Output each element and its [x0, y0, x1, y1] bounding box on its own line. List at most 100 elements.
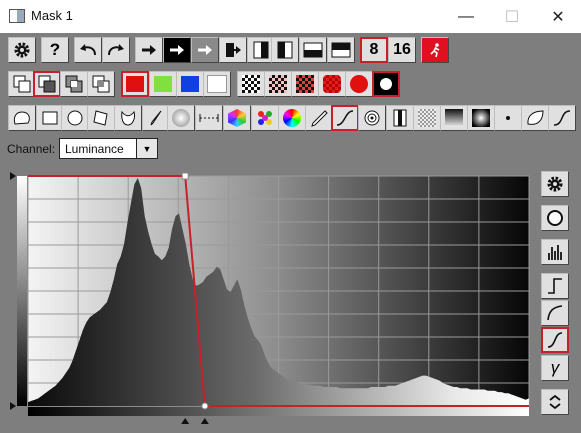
polygon-icon [93, 110, 108, 126]
curve-settings-button[interactable] [541, 171, 569, 197]
color-blue-button[interactable] [176, 71, 204, 97]
depth-16-button[interactable]: 16 [388, 37, 416, 63]
rectangle-tool[interactable] [36, 105, 64, 131]
gamma-button[interactable]: γ [541, 355, 569, 381]
color-cube-tool[interactable] [223, 105, 251, 131]
split-top-button[interactable] [327, 37, 355, 63]
step-curve-icon [548, 278, 562, 294]
depth-8-button[interactable]: 8 [360, 37, 388, 63]
mask-exclude-icon [92, 75, 110, 93]
split-horizontal-icon [303, 42, 323, 58]
white-swatch [207, 75, 227, 93]
leaf-tool[interactable] [521, 105, 549, 131]
color-dots-icon [258, 111, 272, 125]
blue-swatch [181, 76, 199, 92]
checker-button-4[interactable] [318, 71, 346, 97]
radial-gradient-icon [472, 109, 490, 127]
freehand-tool[interactable] [114, 105, 142, 131]
linear-gradient-tool[interactable] [195, 105, 223, 131]
mask-subtract-icon [38, 75, 56, 93]
channel-label: Channel: [7, 142, 56, 156]
curve-step-button[interactable] [541, 273, 569, 299]
arrow-filled-button[interactable] [163, 37, 191, 63]
mask-exclude-button[interactable] [87, 71, 115, 97]
mask-intersect-button[interactable] [60, 71, 88, 97]
checker-button-1[interactable] [237, 71, 265, 97]
export-button[interactable] [219, 37, 247, 63]
exit-button[interactable] [421, 37, 449, 63]
radial-gradient-tool[interactable] [467, 105, 495, 131]
curve-editor[interactable] [0, 166, 540, 433]
settings-button[interactable] [8, 37, 36, 63]
tone-curve-tool[interactable] [331, 105, 359, 131]
channel-select[interactable]: Luminance ▼ [59, 138, 158, 159]
bw-split-tool[interactable] [386, 105, 414, 131]
spiral-icon [364, 110, 380, 126]
mask-subtract-button[interactable] [33, 71, 61, 97]
checker-button-3[interactable] [291, 71, 319, 97]
measure-line-icon [199, 114, 219, 122]
soft-circle-tool[interactable] [167, 105, 195, 131]
arrow-gray-button[interactable] [191, 37, 219, 63]
histogram-button[interactable] [541, 239, 569, 265]
white-circle-icon [380, 78, 392, 90]
minimize-button[interactable]: — [443, 0, 489, 33]
mask-add-icon [13, 75, 31, 93]
output-gradient-bar [17, 176, 27, 406]
s-curve-icon [547, 332, 563, 348]
checker-fade-tool[interactable] [413, 105, 441, 131]
curve-smooth-button[interactable] [541, 300, 569, 326]
soft-circle-icon [172, 109, 190, 127]
color-red-button[interactable] [121, 71, 149, 97]
ellipse-tool[interactable] [61, 105, 89, 131]
vertical-gradient-tool[interactable] [440, 105, 468, 131]
split-horizontal-icon [331, 42, 351, 58]
lasso-icon [13, 111, 30, 125]
checker-button-2[interactable] [264, 71, 292, 97]
curve-s-button[interactable] [541, 327, 569, 353]
lasso-tool[interactable] [8, 105, 36, 131]
color-dots-tool[interactable] [251, 105, 279, 131]
maximize-button[interactable]: ☐ [489, 0, 535, 33]
s-curve-tool[interactable] [548, 105, 576, 131]
brush-tool[interactable] [142, 105, 170, 131]
curve-handle[interactable] [201, 402, 209, 410]
exit-running-man-icon [427, 42, 443, 58]
channel-select-value: Luminance [65, 142, 124, 156]
vertical-gradient-icon [445, 109, 463, 127]
output-bottom-marker[interactable] [10, 402, 16, 410]
eyedropper-tool[interactable] [305, 105, 333, 131]
undo-button[interactable] [74, 37, 102, 63]
red-blob-icon [350, 75, 368, 93]
close-button[interactable]: ✕ [535, 0, 581, 33]
color-green-button[interactable] [149, 71, 177, 97]
dot-tool[interactable] [494, 105, 522, 131]
redo-button[interactable] [102, 37, 130, 63]
color-white-button[interactable] [203, 71, 231, 97]
output-top-marker[interactable] [10, 172, 16, 180]
split-bottom-button[interactable] [299, 37, 327, 63]
checker-circle-button[interactable] [372, 71, 400, 97]
mask-add-button[interactable] [8, 71, 36, 97]
checker-red-icon [269, 75, 287, 93]
up-down-button[interactable] [541, 389, 569, 415]
arrow-button[interactable] [135, 37, 163, 63]
input-level-marker[interactable] [200, 418, 209, 424]
curve-handle[interactable] [181, 172, 189, 180]
eyedropper-icon [311, 110, 328, 127]
spiral-tool[interactable] [358, 105, 386, 131]
input-markers[interactable] [181, 418, 209, 424]
checker-button-5[interactable] [345, 71, 373, 97]
help-button[interactable]: ? [41, 37, 69, 63]
chevron-down-icon[interactable]: ▼ [136, 139, 157, 158]
brush-icon [150, 110, 162, 126]
polygon-tool[interactable] [87, 105, 115, 131]
gear-icon [14, 42, 30, 58]
split-vertical-icon [253, 41, 269, 59]
split-right-button[interactable] [271, 37, 299, 63]
undo-icon [80, 44, 96, 56]
input-level-marker[interactable] [181, 418, 190, 424]
color-wheel-tool[interactable] [278, 105, 306, 131]
curve-circle-button[interactable] [541, 205, 569, 231]
checker-red-icon [323, 75, 341, 93]
